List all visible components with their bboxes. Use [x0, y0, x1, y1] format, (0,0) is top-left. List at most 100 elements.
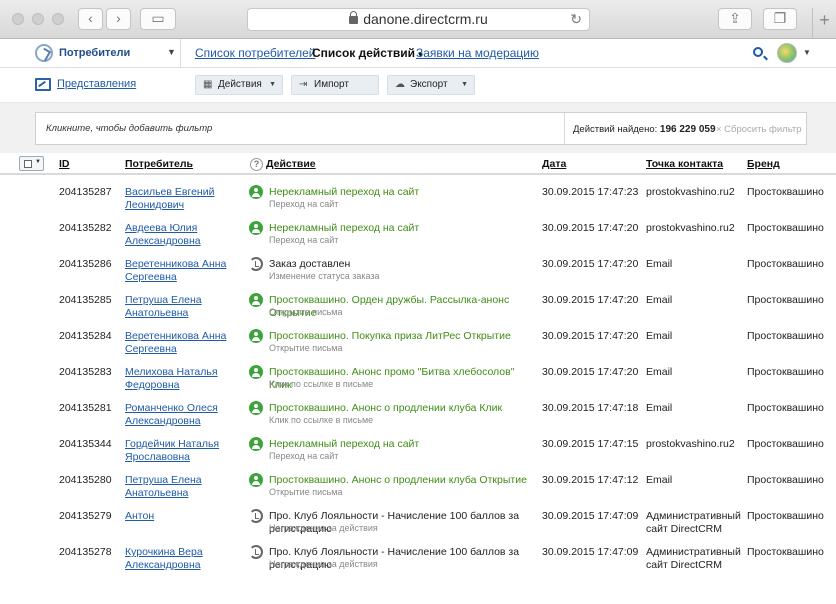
section-name: Потребители [59, 47, 131, 59]
table-row: 204135285 Петруша Елена Анатольевна Просто… [0, 283, 836, 319]
chevron-left-icon: ‹ [88, 10, 93, 26]
row-id: 204135279 [59, 510, 112, 522]
divider [180, 39, 181, 68]
export-dropdown-button[interactable]: ☁ Экспорт ▼ [387, 75, 475, 95]
nav-link-actions-label: Список действий [312, 46, 415, 60]
action-date: 30.09.2015 17:47:20 [542, 258, 639, 270]
action-date: 30.09.2015 17:47:20 [542, 366, 639, 378]
divider [564, 113, 565, 144]
chevron-right-icon: › [116, 10, 121, 26]
contact-point: Email [646, 402, 673, 414]
brand-name: Простоквашино [747, 438, 824, 450]
actions-dropdown-button[interactable]: ▦ Действия ▼ [195, 75, 283, 95]
table-row: 204135283 Мелихова Наталья Федоровна Прост… [0, 355, 836, 391]
action-type: Переход на сайт [269, 451, 339, 461]
consumer-link[interactable]: Веретенникова Анна Сергеевна [125, 330, 235, 356]
consumer-link[interactable]: Авдеева Юлия Александровна [125, 222, 235, 248]
consumer-link[interactable]: Курочкина Вера Александровна [125, 546, 235, 572]
search-icon[interactable] [753, 47, 763, 57]
consumer-link[interactable]: Петруша Елена Анатольевна [125, 474, 235, 500]
filter-bar: Кликните, чтобы добавить фильтр Действий… [35, 112, 807, 145]
reload-icon[interactable]: ↻ [570, 9, 582, 30]
nav-link-consumers-list[interactable]: Список потребителей [195, 46, 315, 60]
consumer-link[interactable]: Веретенникова Анна Сергеевна [125, 258, 235, 284]
brand-name: Простоквашино [747, 402, 824, 414]
consumer-link[interactable]: Васильев Евгений Леонидович [125, 186, 235, 212]
column-header-consumer[interactable]: Потребитель [125, 158, 193, 170]
share-icon: ⇪ [729, 10, 741, 26]
table-row: 204135282 Авдеева Юлия Александровна Нерек… [0, 211, 836, 247]
select-all-checkbox[interactable]: ▼ [19, 156, 44, 171]
action-name: Нерекламный переход на сайт [269, 186, 420, 198]
brand-name: Простоквашино [747, 294, 824, 306]
action-type: Переход на сайт [269, 199, 339, 209]
window-zoom-button[interactable] [52, 13, 64, 25]
help-icon[interactable]: ? [250, 158, 263, 171]
brand-name: Простоквашино [747, 546, 824, 558]
window-minimize-button[interactable] [32, 13, 44, 25]
tabs-button[interactable]: ❐ [763, 8, 797, 30]
address-bar[interactable]: danone.directcrm.ru ↻ [247, 8, 590, 31]
table-row: 204135278 Курочкина Вера Александровна Про… [0, 535, 836, 571]
brand-name: Простоквашино [747, 474, 824, 486]
contact-point: prostokvashino.ru2 [646, 186, 735, 198]
row-id: 204135281 [59, 402, 112, 414]
consumer-link[interactable]: Мелихова Наталья Федоровна [125, 366, 235, 392]
browser-toolbar: ‹ › ▭ danone.directcrm.ru ↻ ⇪ ❐ + [0, 0, 836, 39]
sidebar-toggle-button[interactable]: ▭ [140, 8, 176, 30]
column-header-brand[interactable]: Бренд [747, 158, 780, 170]
table-row: 204135287 Васильев Евгений Леонидович Нере… [0, 175, 836, 211]
brand-name: Простоквашино [747, 330, 824, 342]
consumer-link[interactable]: Петруша Елена Анатольевна [125, 294, 235, 320]
nav-link-moderation[interactable]: Заявки на модерацию [416, 46, 539, 60]
row-id: 204135278 [59, 546, 112, 558]
table-row: 204135284 Веретенникова Анна Сергеевна Про… [0, 319, 836, 355]
brand-name: Простоквашино [747, 366, 824, 378]
table-row: 204135344 Гордейчик Наталья Ярославовна Не… [0, 427, 836, 463]
column-header-date[interactable]: Дата [542, 158, 566, 170]
new-tab-button[interactable]: + [812, 8, 836, 39]
brand-name: Простоквашино [747, 222, 824, 234]
contact-point: Email [646, 294, 673, 306]
import-button[interactable]: ⇥ Импорт [291, 75, 379, 95]
reset-filter-link[interactable]: × Сбросить фильтр [716, 124, 802, 135]
column-header-id[interactable]: ID [59, 158, 70, 170]
action-date: 30.09.2015 17:47:15 [542, 438, 639, 450]
table-header: ▼ ID Потребитель ? Действие Дата Точка к… [0, 153, 836, 175]
person-icon [249, 365, 263, 379]
caret-down-icon: ▼ [461, 81, 468, 88]
forward-button[interactable]: › [106, 8, 131, 30]
avatar[interactable] [777, 43, 797, 63]
action-date: 30.09.2015 17:47:09 [542, 510, 639, 522]
action-name: Простоквашино. Анонс о продлении клуба К… [269, 402, 503, 414]
action-date: 30.09.2015 17:47:18 [542, 402, 639, 414]
cloud-icon: ☁ [395, 79, 405, 90]
import-label: Импорт [314, 79, 349, 90]
share-button[interactable]: ⇪ [718, 8, 752, 30]
caret-down-icon[interactable]: ▼ [803, 48, 811, 57]
action-date: 30.09.2015 17:47:23 [542, 186, 639, 198]
window-close-button[interactable] [12, 13, 24, 25]
consumer-link[interactable]: Гордейчик Наталья Ярославовна [125, 438, 235, 464]
consumer-link[interactable]: Романченко Олеся Александровна [125, 402, 235, 428]
column-header-action[interactable]: Действие [266, 158, 316, 170]
action-date: 30.09.2015 17:47:09 [542, 546, 639, 558]
nav-link-actions-list[interactable]: Список действий ▾ [312, 46, 422, 60]
tabs-icon: ❐ [773, 10, 787, 26]
action-type: Открытие письма [269, 487, 343, 497]
system-action-icon [249, 545, 263, 559]
logo-icon [35, 44, 53, 62]
add-filter-input[interactable]: Кликните, чтобы добавить фильтр [46, 123, 212, 134]
brand-name: Простоквашино [747, 510, 824, 522]
action-name: Нерекламный переход на сайт [269, 222, 420, 234]
action-type: Открытие письма [269, 343, 343, 353]
back-button[interactable]: ‹ [78, 8, 103, 30]
action-type: Переход на сайт [269, 235, 339, 245]
column-header-contact[interactable]: Точка контакта [646, 158, 723, 170]
contact-point: Email [646, 474, 673, 486]
contact-point: prostokvashino.ru2 [646, 222, 735, 234]
lock-icon [349, 11, 359, 24]
views-link[interactable]: Представления [57, 78, 136, 90]
consumer-link[interactable]: Антон [125, 510, 235, 523]
action-type: Изменение статуса заказа [269, 271, 380, 281]
